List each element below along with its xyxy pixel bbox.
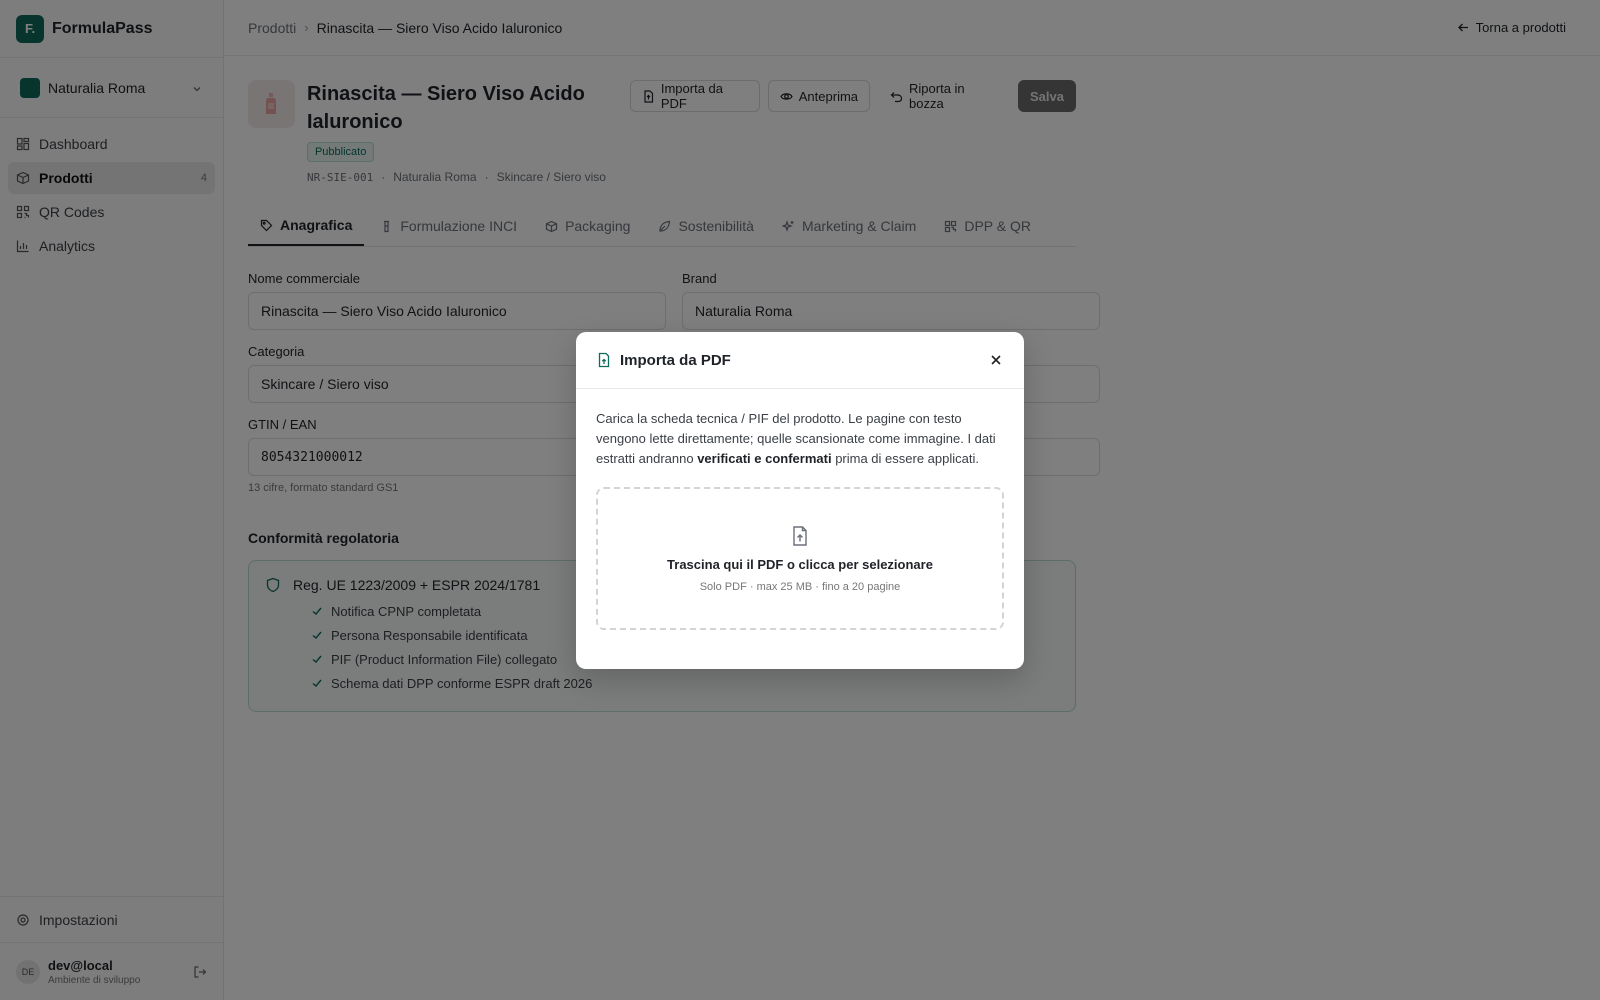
description-emphasis: verificati e confermati	[697, 451, 832, 466]
description-text-end: prima di essere applicati.	[831, 451, 979, 466]
dialog-header: Importa da PDF	[576, 332, 1024, 389]
dropzone-title: Trascina qui il PDF o clicca per selezio…	[667, 556, 933, 572]
file-upload-icon	[789, 525, 811, 547]
file-upload-icon	[596, 352, 612, 368]
import-pdf-dialog: Importa da PDF Carica la scheda tecnica …	[576, 332, 1024, 669]
dialog-description: Carica la scheda tecnica / PIF del prodo…	[596, 409, 1004, 469]
close-icon[interactable]	[988, 352, 1004, 368]
dropzone-constraints: Solo PDF · max 25 MB · fino a 20 pagine	[699, 580, 901, 593]
dialog-title: Importa da PDF	[620, 351, 731, 369]
pdf-dropzone[interactable]: Trascina qui il PDF o clicca per selezio…	[596, 487, 1004, 630]
dialog-body: Carica la scheda tecnica / PIF del prodo…	[576, 389, 1024, 650]
